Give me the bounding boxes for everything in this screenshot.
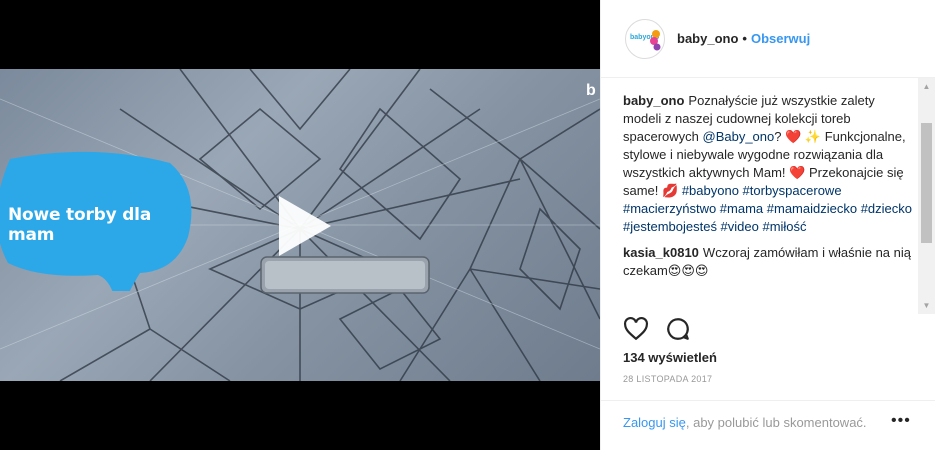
header-separator: •	[742, 31, 747, 46]
follow-button[interactable]: Obserwuj	[751, 31, 810, 46]
more-options-icon[interactable]: •••	[891, 412, 911, 430]
caption-mention[interactable]: @Baby_ono	[703, 129, 775, 144]
login-link[interactable]: Zaloguj się	[623, 415, 686, 430]
view-count[interactable]: 134 wyświetleń	[623, 350, 717, 365]
comments-scrollbar[interactable]: ▲ ▼	[918, 78, 935, 314]
caption: baby_ono Poznałyście już wszystkie zalety…	[623, 92, 913, 236]
avatar[interactable]: babyono	[625, 18, 665, 59]
heart-outline-icon[interactable]	[623, 316, 649, 342]
header-username[interactable]: baby_ono	[677, 31, 738, 46]
play-icon[interactable]	[265, 190, 337, 262]
login-text: , aby polubić lub skomentować.	[685, 415, 867, 430]
video-player[interactable]: Nowe torby dla mam b	[0, 0, 600, 450]
login-prompt: Zaloguj się, aby polubić lub skomentować…	[623, 415, 867, 430]
scroll-thumb[interactable]	[921, 123, 932, 243]
speech-bubble-icon[interactable]	[665, 316, 691, 342]
video-corner-mark: b	[586, 82, 596, 99]
scroll-up-arrow-icon[interactable]: ▲	[918, 78, 935, 95]
post-date: 28 LISTOPADA 2017	[623, 374, 713, 384]
action-bar	[623, 316, 691, 342]
post-header: babyono baby_ono • Obserwuj	[601, 0, 935, 78]
divider	[601, 400, 935, 401]
post-sidebar: babyono baby_ono • Obserwuj baby_ono Pozn…	[600, 0, 935, 450]
comments-list: baby_ono Poznałyście już wszystkie zalety…	[623, 92, 913, 304]
scroll-down-arrow-icon[interactable]: ▼	[918, 297, 935, 314]
avatar-logo-icon	[650, 29, 661, 50]
video-overlay-text: Nowe torby dla mam	[8, 205, 152, 245]
caption-username[interactable]: baby_ono	[623, 93, 684, 108]
instagram-post: Nowe torby dla mam b babyono baby_ono •	[0, 0, 935, 450]
list-item: kasia_k0810 Wczoraj zamówiłam i właśnie n…	[623, 244, 913, 280]
comment-username[interactable]: kasia_k0810	[623, 245, 699, 260]
